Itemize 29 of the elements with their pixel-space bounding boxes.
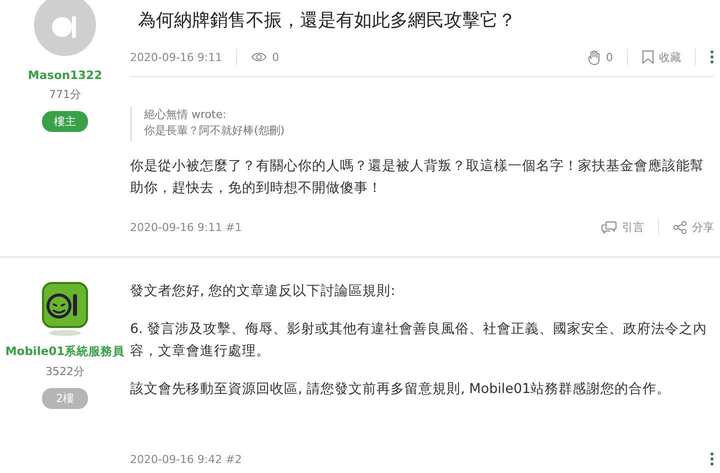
hand-icon[interactable] xyxy=(588,50,601,64)
author-score: 3522分 xyxy=(46,364,84,379)
author-name[interactable]: Mason1322 xyxy=(28,68,102,82)
thread-title: 為何納牌銷售不振，還是有如此多網民攻擊它？ xyxy=(138,9,516,32)
more-icon[interactable] xyxy=(710,50,714,64)
post-action-link[interactable]: 引言 xyxy=(601,220,644,234)
post-paragraph: 該文會先移動至資源回收區, 請您發文前再多留意規則, Mobile01站務群感謝您的合作。 xyxy=(130,380,672,399)
post-paragraph: 6. 發言涉及攻擊、侮辱、影射或其他有違社會善良風俗、社會正義、國家安全、政府法令之內容，文章會進行處理。 xyxy=(130,320,708,361)
view-count: 0 xyxy=(272,50,280,64)
share-icon xyxy=(673,220,687,234)
floor-badge: 樓主 xyxy=(42,111,88,132)
more-icon[interactable] xyxy=(710,452,714,466)
post-timestamp: 2020-09-16 9:42 #2 xyxy=(130,452,242,466)
eye-icon xyxy=(251,52,268,62)
quote-text: 你是長輩？阿不就好棒(怨刪) xyxy=(144,123,286,139)
bookmark-link[interactable]: 收藏 xyxy=(642,50,681,64)
post-action-link[interactable]: 分享 xyxy=(673,220,714,234)
avatar[interactable] xyxy=(40,282,90,338)
speech-bubbles-icon xyxy=(601,220,617,234)
quote-author: 絕心無情 wrote: xyxy=(144,107,228,123)
author-name[interactable]: Mobile01系統服務員 xyxy=(5,344,125,359)
bookmark-icon xyxy=(642,50,654,64)
post-timestamp: 2020-09-16 9:11 #1 xyxy=(130,220,242,234)
like-count: 0 xyxy=(606,50,613,64)
post-paragraph: 你是從小被怎麼了？有關心你的人嗎？還是被人背叛？取這樣一個名字！家扶基金會應該能幫助你，趕快去，免的到時想不開做傻事！ xyxy=(130,157,705,198)
post-paragraph: 發文者您好, 您的文章違反以下討論區規則: xyxy=(130,282,396,301)
post-date: 2020-09-16 9:11 xyxy=(130,50,222,64)
floor-badge: 2樓 xyxy=(42,388,88,409)
author-score: 771分 xyxy=(49,87,81,102)
